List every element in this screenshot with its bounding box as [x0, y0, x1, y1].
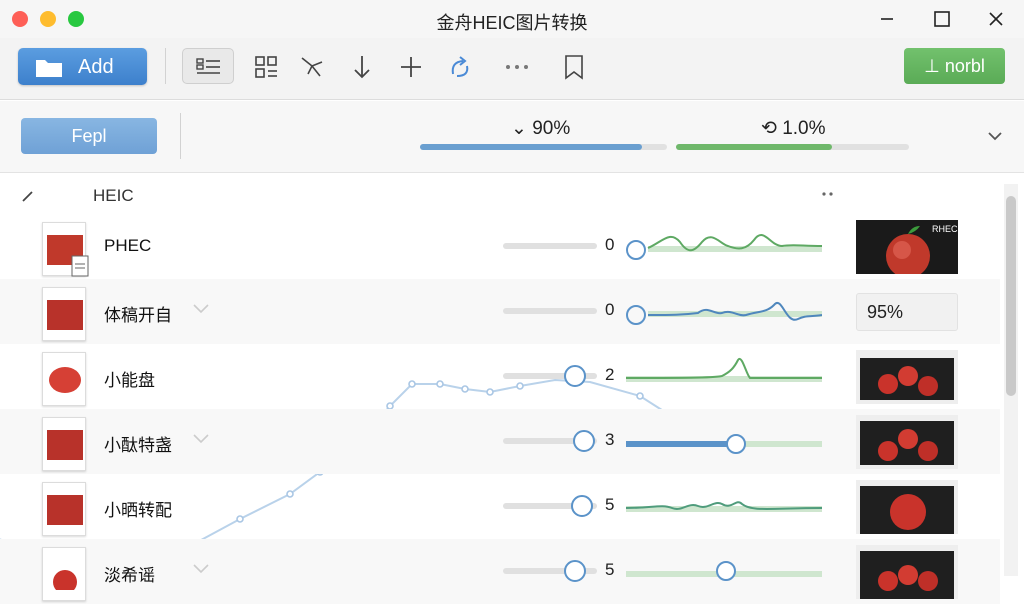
preview-image	[856, 415, 958, 469]
window-title: 金舟HEIC图片转换	[436, 13, 588, 33]
maximize-icon[interactable]	[931, 8, 953, 30]
file-name: 小能盘	[104, 371, 155, 390]
preview-image	[856, 480, 958, 534]
file-thumbnail	[42, 482, 86, 536]
preview-image: RHEC	[856, 220, 958, 274]
list-item[interactable]: 小晒转配 5	[0, 474, 1000, 539]
list-header-label: HEIC	[93, 186, 134, 205]
list-item[interactable]: 淡希谣 5	[0, 539, 1000, 604]
chevron-down-icon[interactable]	[985, 128, 1005, 144]
list-item[interactable]: 体稿开自 0 95%	[0, 279, 1000, 344]
file-count: 3	[605, 430, 615, 449]
quality-slider[interactable]	[503, 243, 597, 249]
chevron-down-icon[interactable]	[192, 563, 210, 575]
waveform-chart	[626, 234, 822, 260]
waveform-chart	[626, 561, 822, 581]
crop-icon[interactable]	[298, 52, 328, 82]
file-name: 淡希谣	[104, 566, 155, 585]
waveform-chart	[626, 301, 822, 325]
progress-a-label: ⌄ 90%	[511, 118, 571, 139]
file-count: 5	[605, 495, 615, 514]
file-name: 小酞特盏	[104, 436, 172, 455]
chevron-down-icon[interactable]	[192, 433, 210, 445]
quality-slider[interactable]	[503, 308, 597, 314]
more-icon[interactable]	[820, 190, 836, 198]
list-view-button[interactable]	[182, 48, 234, 84]
scrollbar-thumb[interactable]	[1006, 196, 1016, 396]
file-count: 2	[605, 365, 615, 384]
list-item[interactable]: 小酞特盏 3	[0, 409, 1000, 474]
progress-b-label: ⟲ 1.0%	[761, 118, 826, 139]
file-thumbnail	[42, 287, 86, 341]
file-thumbnail	[42, 352, 86, 406]
convert-button-label: ⊥ norbl	[924, 56, 985, 76]
fepl-button[interactable]: Fepl	[21, 118, 157, 154]
progress-b-track	[676, 144, 909, 150]
list-view-icon	[196, 58, 220, 74]
progress-bar-panel: Fepl ⌄ 90% ⟲ 1.0%	[0, 101, 1024, 173]
progress-a-fill	[420, 144, 643, 150]
fepl-button-label: Fepl	[71, 126, 107, 146]
grid-view-icon[interactable]	[252, 52, 282, 82]
plus-icon[interactable]	[396, 52, 426, 82]
list-item[interactable]: PHEC 0 RHEC	[0, 214, 1000, 279]
progress-b-fill	[676, 144, 833, 150]
preview-label: RHEC	[932, 224, 958, 234]
file-name: 体稿开自	[104, 306, 172, 325]
minimize-icon[interactable]	[876, 8, 898, 30]
file-count: 5	[605, 560, 615, 579]
convert-button[interactable]: ⊥ norbl	[904, 48, 1005, 84]
percent-display: 95%	[856, 293, 958, 331]
close-icon[interactable]	[985, 8, 1007, 30]
edit-icon[interactable]	[20, 188, 36, 204]
slider-handle[interactable]	[562, 558, 588, 584]
file-name: 小晒转配	[104, 501, 172, 520]
file-thumbnail	[42, 417, 86, 471]
slider-handle[interactable]	[562, 363, 588, 389]
waveform-chart	[625, 501, 822, 512]
file-name: PHEC	[104, 236, 152, 255]
list-item[interactable]: 小能盘 2	[0, 344, 1000, 409]
title-bar: 金舟HEIC图片转换	[0, 0, 1024, 38]
file-thumbnail	[42, 547, 86, 601]
preview-image	[856, 350, 958, 404]
file-count: 0	[605, 300, 615, 319]
chevron-down-icon[interactable]	[192, 303, 210, 315]
rotate-icon[interactable]	[445, 52, 475, 82]
progress-a-track	[420, 144, 667, 150]
waveform-chart	[625, 357, 822, 382]
percent-value: 95%	[867, 302, 904, 322]
add-button-label: Add	[78, 56, 114, 78]
folder-icon	[36, 60, 62, 77]
toolbar-divider	[165, 48, 166, 84]
file-list: HEIC PHEC 0 RHEC 体稿开自 0 95% 小能盘 2 小酞特盏 3…	[0, 174, 1024, 604]
slider-handle[interactable]	[571, 428, 597, 454]
file-thumbnail	[42, 222, 89, 277]
toolbar: Add ⊥ norbl	[0, 38, 1024, 100]
file-count: 0	[605, 235, 615, 254]
more-icon[interactable]	[502, 52, 532, 82]
bookmark-icon[interactable]	[559, 52, 589, 82]
waveform-chart	[626, 434, 822, 454]
add-button[interactable]: Add	[18, 48, 147, 85]
download-icon[interactable]	[347, 52, 377, 82]
subbar-divider	[180, 113, 181, 159]
preview-image	[856, 545, 958, 599]
slider-handle[interactable]	[569, 493, 595, 519]
